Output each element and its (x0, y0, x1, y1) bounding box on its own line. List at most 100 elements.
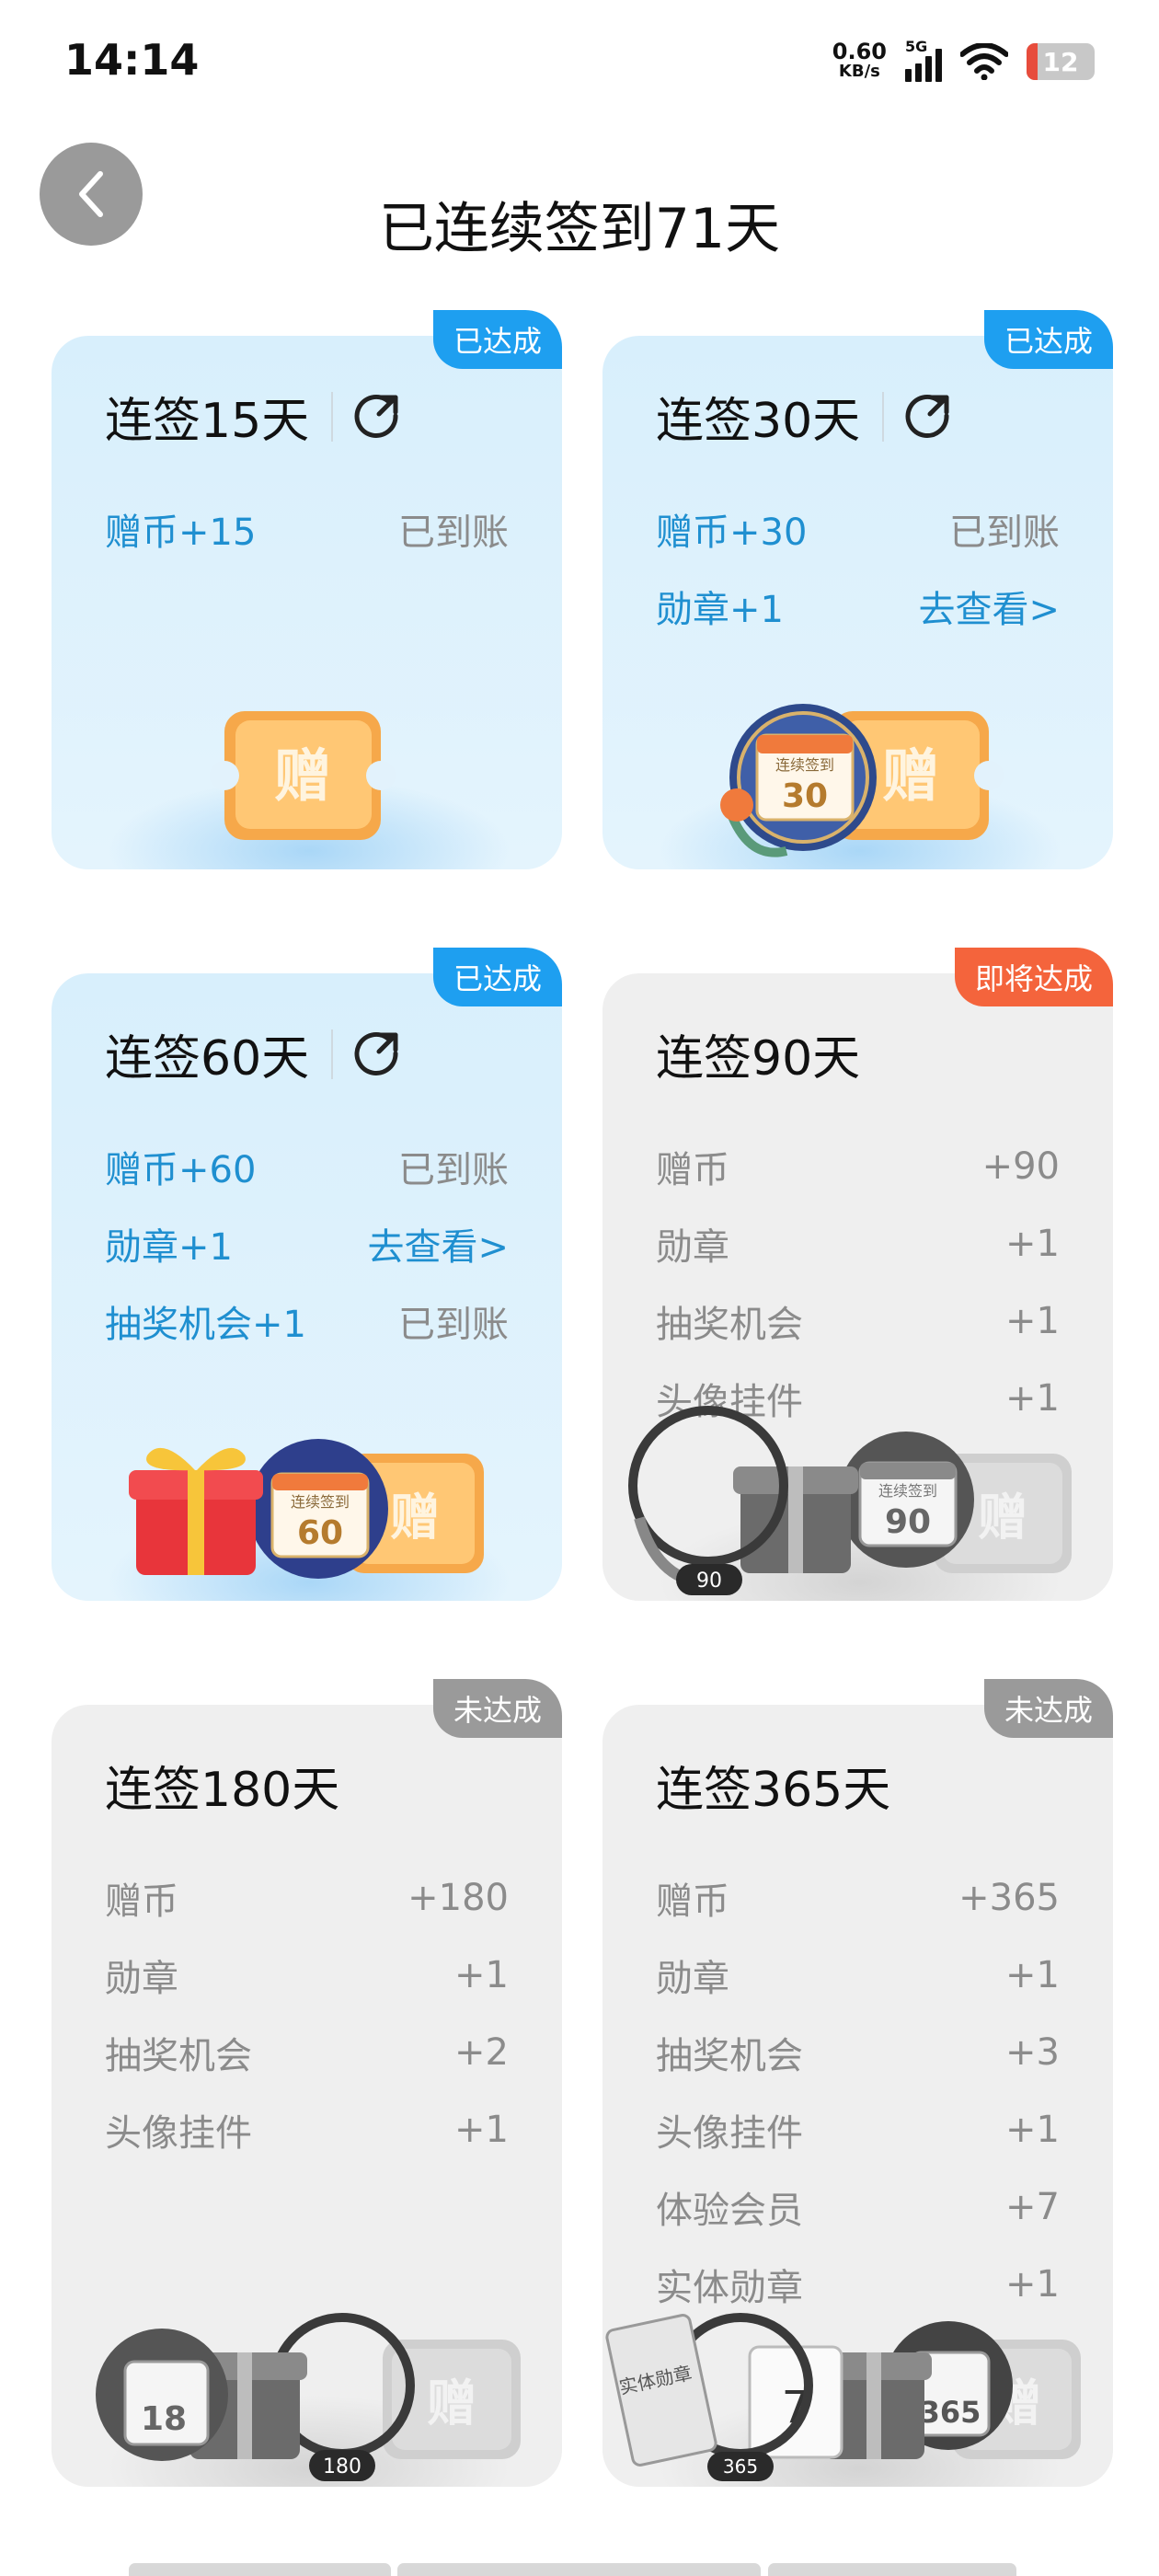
card-title-text: 连签365天 (656, 1763, 891, 1818)
svg-text:赠: 赠 (978, 1489, 1027, 1547)
bottom-edge (397, 2563, 761, 2576)
status-tag: 已达成 (432, 948, 562, 1006)
svg-text:连续签到: 连续签到 (878, 1482, 937, 1500)
svg-text:赠: 赠 (427, 2375, 476, 2432)
reward-label: 勋章 (656, 1958, 729, 2000)
card-title: 连签365天 (656, 1751, 890, 1820)
reward-value: +90 (981, 1145, 1060, 1188)
reward-value: +7 (1005, 2186, 1060, 2228)
reward-row: 抽奖机会 +1 (656, 1282, 1060, 1360)
streak-card-180: 连签180天 赠币 +180 勋章 +1 抽奖机会 +2 头像挂件 +1 赠 1… (52, 1679, 562, 2487)
svg-text:365: 365 (723, 2455, 758, 2478)
reward-value: +365 (958, 1877, 1060, 1919)
reward-value: +1 (1005, 1954, 1060, 1996)
reward-label: 抽奖机会 (656, 2035, 803, 2077)
reward-row: 勋章 +1 (105, 1937, 509, 2014)
share-icon[interactable] (353, 1029, 403, 1079)
reward-label: 头像挂件 (105, 2112, 252, 2155)
gift-label: 赠 (274, 742, 331, 810)
net-speed-unit: KB/s (838, 62, 880, 81)
streak-card-60: 连签60天 赠币+60 已到账 勋章+1 去查看> 抽奖机会+1 已到账 赠 连… (52, 948, 562, 1601)
reward-value: +1 (454, 2109, 509, 2151)
reward-value: +180 (407, 1877, 509, 1919)
reward-label: 抽奖机会+1 (105, 1304, 306, 1346)
reward-value: +1 (1005, 1300, 1060, 1342)
share-icon[interactable] (904, 392, 954, 442)
streak-card-365: 连签365天 赠币 +365 勋章 +1 抽奖机会 +3 头像挂件 +1 体验会… (602, 1679, 1113, 2487)
reward-row: 头像挂件 +1 (105, 2091, 509, 2168)
reward-row: 勋章 +1 (656, 1205, 1060, 1282)
streak-card-90: 连签90天 赠币 +90 勋章 +1 抽奖机会 +1 头像挂件 +1 赠 连续签… (602, 948, 1113, 1601)
page-title: 已连续签到71天 (378, 197, 781, 261)
reward-row: 体验会员 +7 (656, 2168, 1060, 2246)
reward-row: 赠币 +365 (656, 1859, 1060, 1937)
svg-text:30: 30 (782, 777, 828, 815)
reward-row: 赠币+60 已到账 (105, 1128, 509, 1205)
reward-label: 赠币+60 (105, 1149, 257, 1191)
reward-value: +1 (1005, 2109, 1060, 2151)
reward-row: 抽奖机会 +3 (656, 2014, 1060, 2091)
svg-text:180: 180 (323, 2455, 361, 2478)
reward-row: 抽奖机会+1 已到账 (105, 1282, 509, 1360)
cellular-signal-icon: 5G (905, 38, 942, 82)
svg-text:365: 365 (920, 2395, 981, 2430)
status-tag: 未达成 (432, 1679, 562, 1738)
view-medal-link[interactable]: 去查看> (918, 580, 1060, 633)
gift-box-icon (733, 1466, 858, 1573)
reward-illustration: 赠 180 18 (52, 2284, 562, 2487)
card-title-text: 连签15天 (105, 394, 310, 449)
battery-level: 12 (1042, 46, 1079, 77)
reward-illustration: 赠 连续签到 30 (602, 667, 1113, 869)
medal-icon (96, 2329, 228, 2461)
reward-label: 赠币+30 (656, 512, 808, 554)
reward-status: 已到账 (398, 1149, 509, 1191)
svg-text:90: 90 (696, 1570, 722, 1593)
card-title: 连签90天 (656, 1019, 860, 1088)
reward-label: 体验会员 (656, 2190, 803, 2232)
svg-text:连续签到: 连续签到 (291, 1493, 350, 1511)
reward-value: +2 (454, 2031, 509, 2074)
svg-text:赠: 赠 (390, 1489, 440, 1547)
status-bar: 14:14 0.60 KB/s 5G 12 (0, 0, 1159, 124)
svg-text:赠: 赠 (882, 742, 939, 810)
reward-label: 头像挂件 (656, 2112, 803, 2155)
card-title-text: 连签60天 (105, 1031, 310, 1087)
reward-label: 勋章+1 (105, 1226, 233, 1269)
reward-label: 赠币 (656, 1149, 729, 1191)
bottom-edge (768, 2563, 1016, 2576)
battery-icon: 12 (1027, 43, 1095, 80)
net-speed-value: 0.60 (832, 39, 887, 64)
reward-row: 勋章 +1 (656, 1937, 1060, 2014)
reward-label: 赠币 (656, 1880, 729, 1923)
card-title: 连签60天 (105, 1019, 403, 1088)
reward-status: 已到账 (398, 512, 509, 554)
view-medal-link[interactable]: 去查看> (367, 1217, 509, 1271)
reward-row: 赠币 +180 (105, 1859, 509, 1937)
bottom-edge (129, 2563, 391, 2576)
reward-label: 抽奖机会 (656, 1304, 803, 1346)
card-title-text: 连签30天 (656, 394, 861, 449)
status-tag: 已达成 (432, 310, 562, 369)
streak-card-15: 连签15天 赠币+15 已到账 赠 已达成 (52, 310, 562, 869)
streak-card-30: 连签30天 赠币+30 已到账 勋章+1 去查看> 赠 连续签到 30 已达成 (602, 310, 1113, 869)
reward-illustration: 赠 (52, 667, 562, 869)
status-time: 14:14 (64, 35, 200, 85)
reward-illustration: 赠 连续签到 60 (52, 1398, 562, 1601)
reward-value: +3 (1005, 2031, 1060, 2074)
share-icon[interactable] (353, 392, 403, 442)
reward-value: +1 (1005, 1223, 1060, 1265)
svg-text:90: 90 (885, 1503, 931, 1541)
reward-row: 赠币+30 已到账 (656, 490, 1060, 568)
reward-label: 赠币 (105, 1880, 178, 1923)
reward-illustration: 赠 365 7 365 实体勋章 (602, 2284, 1113, 2487)
status-icons: 0.60 KB/s 5G 12 (832, 37, 1095, 86)
net-speed: 0.60 KB/s (832, 39, 887, 82)
status-tag: 已达成 (983, 310, 1113, 369)
gift-box-icon (129, 1447, 263, 1575)
reward-row: 赠币 +90 (656, 1128, 1060, 1205)
status-tag: 即将达成 (954, 948, 1113, 1006)
card-title: 连签15天 (105, 382, 403, 451)
reward-row: 头像挂件 +1 (656, 2091, 1060, 2168)
reward-status: 已到账 (398, 1304, 509, 1346)
card-title-text: 连签90天 (656, 1031, 861, 1087)
